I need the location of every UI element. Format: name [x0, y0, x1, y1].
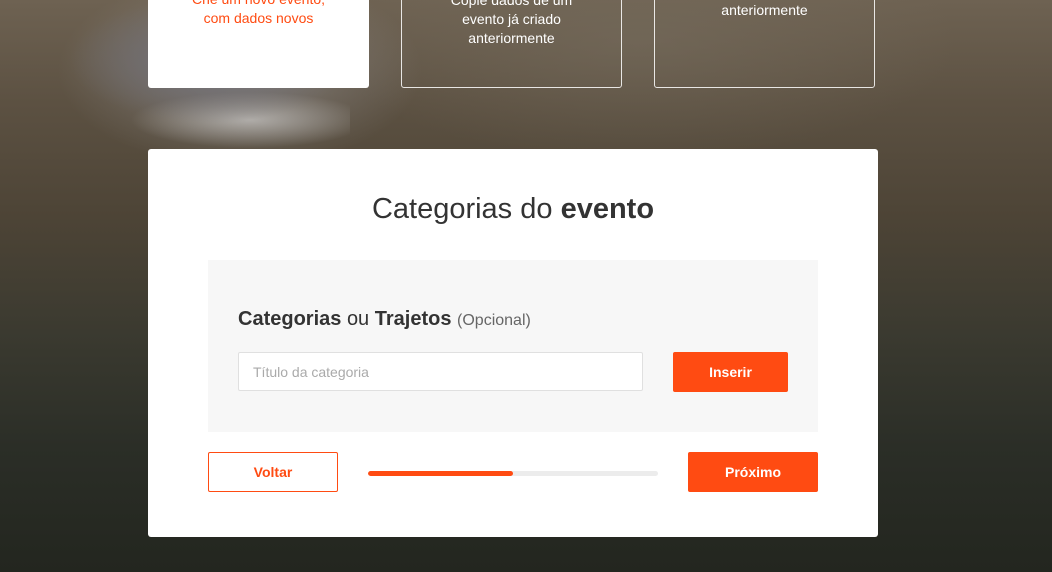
title-bold: evento — [560, 193, 655, 225]
option-card-text: anteriormente — [721, 2, 808, 18]
option-card-text: Copie dados de um evento já criado anter… — [450, 0, 573, 46]
label-categorias: Categorias — [238, 308, 342, 330]
progress-fill — [368, 471, 513, 476]
option-card-copy-event[interactable]: Copie dados de um evento já criado anter… — [401, 0, 622, 88]
option-card-new-event[interactable]: Crie um novo evento, com dados novos — [148, 0, 369, 88]
label-or: ou — [346, 308, 370, 330]
back-button[interactable]: Voltar — [208, 452, 338, 492]
categories-card: Categorias do evento Categorias ou Traje… — [148, 149, 878, 537]
label-trajetos: Trajetos — [374, 308, 452, 330]
label-optional: (Opcional) — [457, 312, 531, 329]
categories-label: Categorias ou Trajetos (Opcional) — [238, 308, 531, 331]
category-title-input[interactable] — [238, 352, 643, 391]
insert-button[interactable]: Inserir — [673, 352, 788, 392]
categories-panel: Categorias ou Trajetos (Opcional) Inseri… — [208, 260, 818, 432]
option-card-third[interactable]: anteriormente — [654, 0, 875, 88]
page-title: Categorias do evento — [148, 193, 878, 226]
next-button[interactable]: Próximo — [688, 452, 818, 492]
option-card-text: Crie um novo evento, com dados novos — [192, 0, 325, 26]
title-light: Categorias do — [371, 193, 553, 225]
progress-bar — [368, 471, 658, 476]
